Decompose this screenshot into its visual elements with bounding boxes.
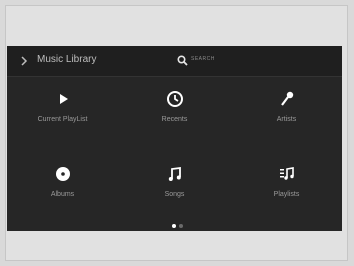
menu-item-label: Songs bbox=[164, 191, 185, 198]
menu-item-playlists[interactable]: Playlists bbox=[231, 151, 342, 221]
search-label[interactable]: SEARCH bbox=[191, 56, 215, 62]
playlist-icon bbox=[280, 167, 294, 180]
page-title: Music Library bbox=[37, 54, 97, 65]
menu-item-label: Albums bbox=[50, 191, 75, 198]
header-bar: Music Library SEARCH bbox=[7, 46, 342, 77]
menu-item-label: Artists bbox=[276, 116, 297, 123]
menu-item-recents[interactable]: Recents bbox=[119, 76, 230, 146]
page: Music Library SEARCH Current PlayList Re… bbox=[0, 0, 354, 266]
page-dot-active[interactable] bbox=[172, 224, 176, 228]
menu-item-albums[interactable]: Albums bbox=[7, 151, 118, 221]
menu-item-label: Current PlayList bbox=[37, 116, 88, 123]
menu-item-label: Playlists bbox=[273, 191, 300, 198]
search-icon[interactable] bbox=[177, 55, 188, 66]
play-icon bbox=[60, 94, 68, 104]
music-note-icon bbox=[168, 166, 181, 181]
menu-item-songs[interactable]: Songs bbox=[119, 151, 230, 221]
page-indicator[interactable] bbox=[171, 224, 187, 230]
menu-grid: Current PlayList Recents Artists Albums … bbox=[7, 76, 342, 226]
microphone-icon bbox=[281, 91, 294, 106]
disc-icon bbox=[56, 167, 70, 181]
menu-item-label: Recents bbox=[161, 116, 188, 123]
clock-icon bbox=[167, 91, 183, 107]
menu-item-artists[interactable]: Artists bbox=[231, 76, 342, 146]
music-library-screen: Music Library SEARCH Current PlayList Re… bbox=[7, 46, 342, 231]
menu-item-current-playlist[interactable]: Current PlayList bbox=[7, 76, 118, 146]
chevron-right-icon[interactable] bbox=[19, 55, 29, 67]
page-dot[interactable] bbox=[179, 224, 183, 228]
